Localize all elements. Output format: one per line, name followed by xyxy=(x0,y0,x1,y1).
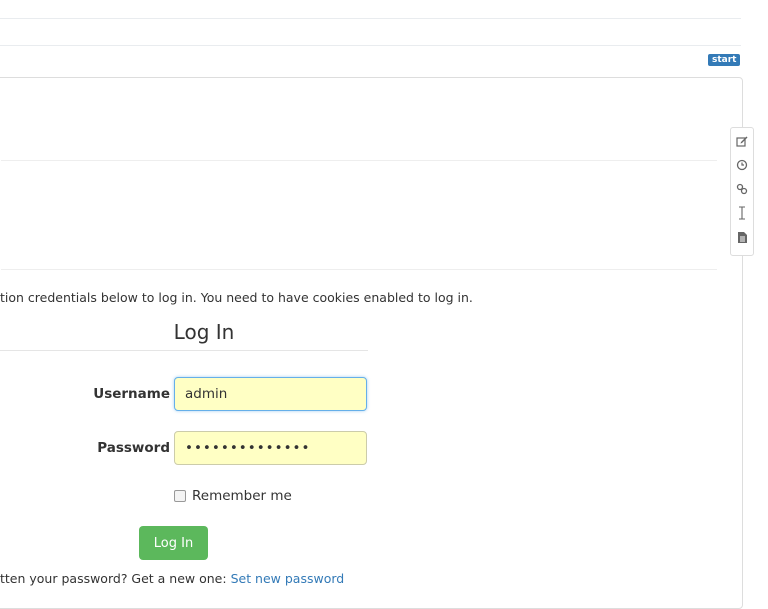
remember-me[interactable]: Remember me xyxy=(174,488,292,504)
header-divider xyxy=(0,45,741,46)
username-label: Username xyxy=(93,386,170,402)
section-divider-1 xyxy=(1,160,717,161)
password-label: Password xyxy=(97,440,170,456)
cursor-icon[interactable] xyxy=(734,205,750,221)
login-title-row: Log In xyxy=(0,320,368,344)
remember-me-label: Remember me xyxy=(192,488,292,504)
top-divider xyxy=(0,18,741,19)
username-field[interactable]: admin xyxy=(174,377,367,411)
edit-icon[interactable] xyxy=(734,133,750,149)
page-tools xyxy=(730,127,754,256)
login-button[interactable]: Log In xyxy=(139,526,208,560)
login-title-rule xyxy=(0,350,368,351)
set-new-password-link[interactable]: Set new password xyxy=(231,571,345,586)
remember-me-checkbox[interactable] xyxy=(174,490,186,502)
forgot-password-prompt: tten your password? Get a new one: xyxy=(0,571,231,586)
password-field[interactable]: •••••••••••••• xyxy=(174,431,367,465)
section-divider-2 xyxy=(1,269,717,270)
login-intro-text: tion credentials below to log in. You ne… xyxy=(0,290,473,305)
history-icon[interactable] xyxy=(734,157,750,173)
login-title: Log In xyxy=(173,320,235,344)
document-icon[interactable] xyxy=(734,229,750,245)
backlinks-icon[interactable] xyxy=(734,181,750,197)
forgot-password-text: tten your password? Get a new one: Set n… xyxy=(0,571,344,586)
page-id-badge[interactable]: start xyxy=(708,54,741,66)
